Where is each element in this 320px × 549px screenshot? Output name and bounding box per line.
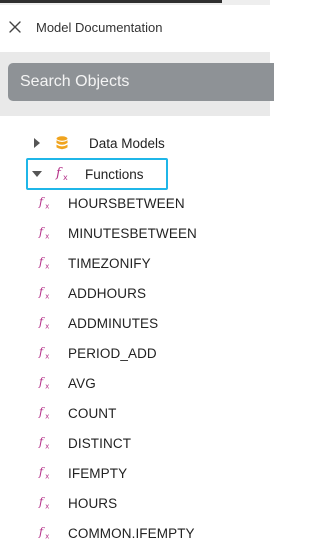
function-item-label: PERIOD_ADD xyxy=(68,345,157,361)
search-bar xyxy=(0,52,274,116)
function-item-label: HOURS xyxy=(68,495,118,511)
svg-text:x: x xyxy=(45,201,49,210)
function-item-label: DISTINCT xyxy=(68,435,132,451)
top-edge-strip xyxy=(0,0,270,5)
svg-text:x: x xyxy=(45,381,49,390)
function-item[interactable]: f x PERIOD_ADD xyxy=(0,338,270,368)
svg-text:x: x xyxy=(45,351,49,360)
caret-down-icon[interactable] xyxy=(32,169,42,179)
function-item[interactable]: f x IFEMPTY xyxy=(0,458,270,488)
svg-text:f: f xyxy=(38,525,45,539)
svg-text:f: f xyxy=(38,405,45,419)
svg-text:f: f xyxy=(38,315,45,329)
svg-text:x: x xyxy=(45,261,49,270)
svg-text:f: f xyxy=(38,225,45,239)
function-item-label: ADDHOURS xyxy=(68,285,147,301)
function-icon: fx xyxy=(38,255,54,271)
function-item-label: COMMON.IFEMPTY xyxy=(68,525,195,541)
tree-node-functions[interactable]: f x Functions xyxy=(26,158,168,190)
function-item[interactable]: f x AVG xyxy=(0,368,270,398)
function-icon: fx xyxy=(38,525,54,541)
function-icon: fx xyxy=(38,285,54,301)
function-icon: fx xyxy=(38,405,54,421)
svg-text:x: x xyxy=(45,321,49,330)
function-item-label: AVG xyxy=(68,375,96,391)
svg-text:f: f xyxy=(38,195,45,209)
function-item-label: ADDMINUTES xyxy=(68,315,159,331)
function-item[interactable]: f x DISTINCT xyxy=(0,428,270,458)
function-icon: fx xyxy=(38,375,54,391)
database-icon xyxy=(54,136,70,150)
svg-text:x: x xyxy=(45,441,49,450)
svg-text:f: f xyxy=(38,345,45,359)
search-input[interactable] xyxy=(8,63,274,101)
function-icon: fx xyxy=(38,195,54,211)
function-item[interactable]: f x MINUTESBETWEEN xyxy=(0,218,270,248)
tree-node-data-models[interactable]: Data Models xyxy=(0,128,270,158)
svg-text:f: f xyxy=(38,435,45,449)
svg-text:f: f xyxy=(38,465,45,479)
function-icon: fx xyxy=(38,465,54,481)
svg-text:f: f xyxy=(38,285,45,299)
function-icon: fx xyxy=(38,435,54,451)
tree-node-label: Data Models xyxy=(89,135,165,151)
svg-text:f: f xyxy=(38,495,45,509)
function-item[interactable]: f x ADDMINUTES xyxy=(0,308,270,338)
function-item[interactable]: f x TIMEZONIFY xyxy=(0,248,270,278)
panel-header: Model Documentation xyxy=(0,10,270,44)
function-icon: f x xyxy=(55,166,73,182)
svg-text:x: x xyxy=(45,471,49,480)
function-item-label: TIMEZONIFY xyxy=(68,255,151,271)
function-item[interactable]: f x ADDHOURS xyxy=(0,278,270,308)
panel-title: Model Documentation xyxy=(36,19,163,35)
function-icon: fx xyxy=(38,345,54,361)
function-item-label: MINUTESBETWEEN xyxy=(68,225,197,241)
svg-text:x: x xyxy=(45,291,49,300)
function-item[interactable]: f x COMMON.IFEMPTY xyxy=(0,518,270,548)
function-item[interactable]: f x HOURS xyxy=(0,488,270,518)
svg-text:x: x xyxy=(45,501,49,510)
svg-text:f: f xyxy=(55,166,63,181)
svg-text:x: x xyxy=(45,231,49,240)
function-item-label: COUNT xyxy=(68,405,117,421)
svg-text:f: f xyxy=(38,255,45,269)
function-item[interactable]: f x COUNT xyxy=(0,398,270,428)
function-item-label: HOURSBETWEEN xyxy=(68,195,185,211)
function-icon: fx xyxy=(38,495,54,511)
caret-right-icon[interactable] xyxy=(32,138,42,148)
svg-text:x: x xyxy=(45,411,49,420)
svg-text:f: f xyxy=(38,375,45,389)
close-icon xyxy=(9,21,21,33)
function-icon: fx xyxy=(38,225,54,241)
svg-text:x: x xyxy=(45,531,49,540)
function-icon: fx xyxy=(38,315,54,331)
tree-node-label: Functions xyxy=(85,166,144,182)
svg-text:x: x xyxy=(63,173,68,182)
function-item[interactable]: f x HOURSBETWEEN xyxy=(0,188,270,218)
close-button[interactable] xyxy=(2,14,28,40)
model-documentation-panel: Model Documentation Data Models xyxy=(0,0,274,549)
function-item-label: IFEMPTY xyxy=(68,465,128,481)
